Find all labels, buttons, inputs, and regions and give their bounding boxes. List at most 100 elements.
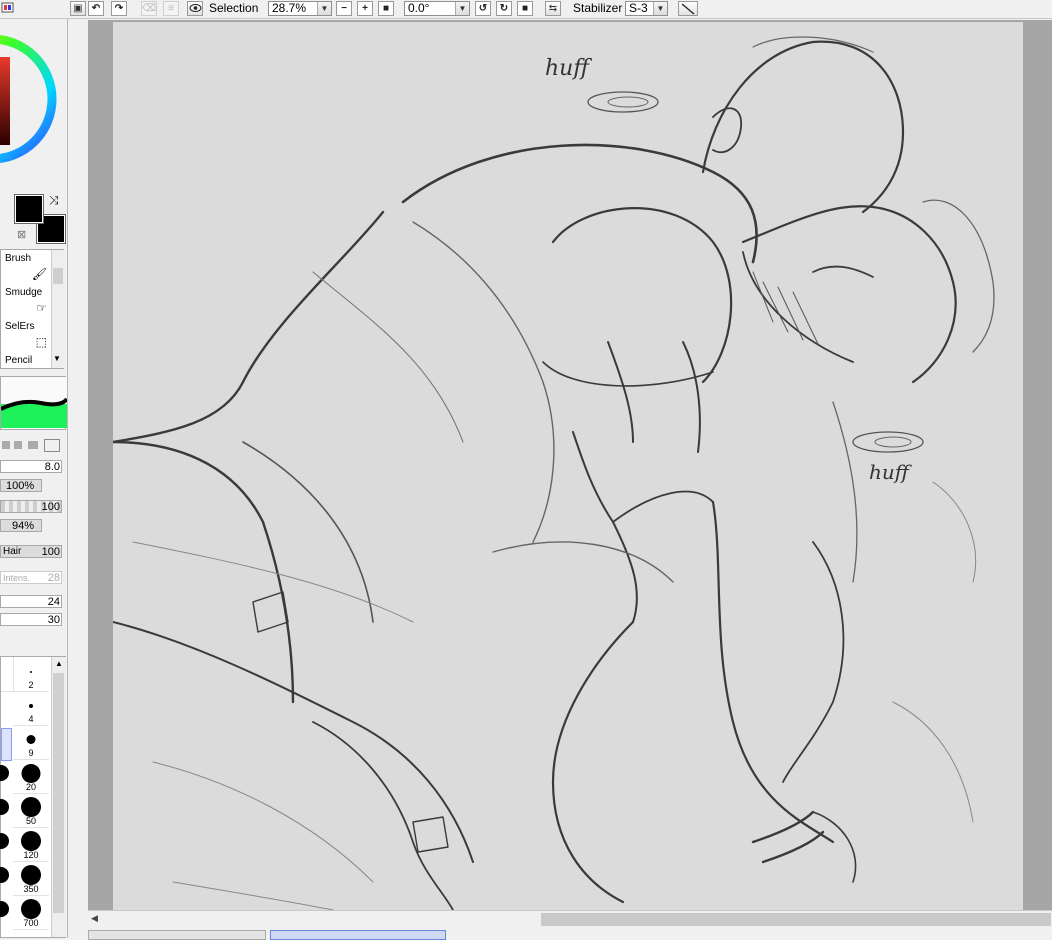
eye-icon[interactable]	[187, 1, 203, 16]
size-cell-2[interactable]: 2	[13, 657, 49, 692]
size-dot	[21, 764, 41, 783]
tool-label: SelErs	[5, 321, 35, 332]
density-row[interactable]: 100%	[0, 479, 62, 493]
size-cell-700[interactable]: 700	[13, 895, 49, 930]
invert-selection-button[interactable]: ≡	[163, 1, 179, 16]
intensity-row[interactable]: Intens. 28	[0, 571, 62, 585]
primary-color-swatch[interactable]	[14, 194, 44, 224]
size-dot	[21, 899, 41, 919]
size-label: 120	[23, 850, 39, 860]
size-label: 9	[28, 748, 34, 758]
size-cell-120[interactable]: 120	[13, 827, 49, 862]
document-tab-active[interactable]	[270, 930, 446, 940]
size-dot-partial	[0, 901, 9, 917]
swap-colors-icon[interactable]: ⤨	[49, 193, 59, 208]
scrollbar-thumb[interactable]	[541, 913, 1051, 926]
straight-line-icon[interactable]	[678, 1, 698, 16]
size-label: 4	[28, 714, 34, 724]
tool-label: Smudge	[5, 287, 43, 298]
chevron-left-icon[interactable]: ◀	[91, 913, 98, 924]
top-toolbar: ▣ ↶ ↷ ⌫ ≡ Selection 28.7% ▼ − + ■ 0.0° ▼…	[0, 0, 1052, 19]
intensity-label: Intens.	[3, 573, 31, 583]
deselect-button[interactable]: ⌫	[141, 1, 157, 16]
size-dot	[29, 704, 33, 708]
blend-row[interactable]: 100	[0, 500, 62, 514]
brush-size-value: 8.0	[44, 461, 60, 473]
brush-shape-button[interactable]	[28, 441, 38, 449]
size-label: 350	[23, 884, 39, 894]
chevron-down-icon: ▼	[317, 2, 331, 15]
tool-pencil[interactable]: Pencil	[1, 352, 50, 368]
brush-size-row[interactable]: 8.0	[0, 460, 62, 474]
size-cell-50[interactable]: 50	[13, 793, 49, 828]
min-size-row[interactable]: 94%	[0, 519, 62, 533]
size-dot-partial	[0, 765, 9, 781]
tool-selers[interactable]: SelErs ⬚	[1, 318, 50, 352]
brush-size-palette: 2 4 9 20 50 120 350 700 ▲	[0, 656, 66, 938]
stabilizer-label: Stabilizer	[573, 1, 623, 15]
undo-button[interactable]: ↶	[88, 1, 104, 16]
hair-row[interactable]: Hair 100	[0, 545, 62, 559]
brush-shape-button[interactable]	[14, 441, 22, 449]
chevron-down-icon: ▼	[455, 2, 469, 15]
tool-list-scrollbar[interactable]: ▼	[51, 250, 64, 368]
size-cell-20[interactable]: 20	[13, 759, 49, 794]
tool-list: Brush 🖌 Smudge ☞ SelErs ⬚ Pencil ▼	[0, 249, 64, 369]
document-tab[interactable]	[88, 930, 266, 940]
flip-horizontal-icon[interactable]: ⇆	[545, 1, 561, 16]
tool-smudge[interactable]: Smudge ☞	[1, 284, 50, 318]
param-b-row[interactable]: 30	[0, 613, 62, 627]
size-label: 50	[25, 816, 36, 826]
size-palette-scrollbar[interactable]: ▲	[51, 657, 66, 937]
size-dot-partial	[0, 867, 9, 883]
rotate-ccw-button[interactable]: ↺	[475, 1, 491, 16]
size-cell-350[interactable]: 350	[13, 861, 49, 896]
selection-view-label: Selection	[209, 1, 259, 15]
rotation-select[interactable]: 0.0° ▼	[404, 1, 470, 16]
size-label: 20	[25, 782, 36, 792]
drawing-canvas[interactable]: huff huff	[113, 22, 1023, 910]
menu-toggle-icon[interactable]: ▣	[70, 1, 86, 16]
size-cell-9[interactable]: 9	[13, 725, 49, 760]
zoom-in-button[interactable]: +	[357, 1, 373, 16]
zoom-reset-button[interactable]: ■	[378, 1, 394, 16]
selected-size-cell[interactable]	[1, 728, 12, 761]
brush-shape-row	[0, 439, 64, 452]
horizontal-scrollbar[interactable]: ◀	[88, 910, 1052, 928]
brush-preview	[0, 376, 67, 430]
size-dot	[26, 735, 36, 744]
brush-shape-button[interactable]	[44, 439, 60, 452]
intensity-value: 28	[47, 572, 60, 584]
tool-brush[interactable]: Brush 🖌	[1, 250, 50, 284]
chevron-up-icon[interactable]: ▲	[55, 659, 63, 668]
size-cell-4[interactable]: 4	[13, 691, 49, 726]
stabilizer-select[interactable]: S-3 ▼	[625, 1, 668, 16]
param-a-value: 24	[47, 596, 60, 608]
zoom-select[interactable]: 28.7% ▼	[268, 1, 332, 16]
chevron-down-icon[interactable]: ▼	[53, 354, 61, 363]
tool-label: Brush	[5, 253, 32, 264]
density-value: 100%	[6, 480, 35, 492]
zoom-out-button[interactable]: −	[336, 1, 352, 16]
zoom-value: 28.7%	[272, 1, 307, 15]
min-size-value: 94%	[12, 520, 35, 532]
size-dot	[21, 831, 41, 851]
tool-label: Pencil	[5, 355, 33, 366]
brush-shape-button[interactable]	[2, 441, 10, 449]
rotate-reset-button[interactable]: ■	[517, 1, 533, 16]
transparent-color-icon[interactable]: ⊠	[17, 228, 26, 241]
hair-label: Hair	[3, 546, 22, 557]
size-dot	[30, 671, 32, 673]
size-dot	[21, 865, 41, 885]
blend-value: 100	[41, 501, 60, 513]
redo-button[interactable]: ↷	[111, 1, 127, 16]
rotate-cw-button[interactable]: ↻	[496, 1, 512, 16]
color-mode-icon[interactable]	[0, 1, 14, 16]
annotation-text: huff	[869, 460, 909, 484]
scrollbar-thumb[interactable]	[53, 268, 63, 284]
hair-value: 100	[41, 546, 60, 558]
param-a-row[interactable]: 24	[0, 595, 62, 609]
size-dot-partial	[0, 799, 9, 815]
scrollbar-thumb[interactable]	[53, 673, 64, 913]
color-wheel[interactable]	[0, 19, 67, 179]
